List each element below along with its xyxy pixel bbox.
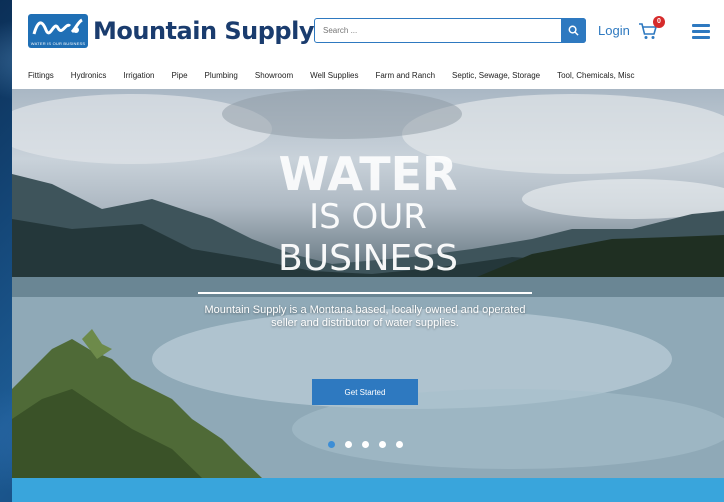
hero-description: Mountain Supply is a Montana based, loca… [204, 304, 526, 329]
carousel-dots [328, 441, 403, 448]
logo-mark: WATER IS OUR BUSINESS [28, 14, 88, 48]
search-button[interactable] [561, 17, 586, 43]
hamburger-menu-icon[interactable] [692, 24, 710, 39]
carousel-dot-5[interactable] [396, 441, 403, 448]
hero-headline-line-1: WATER [278, 147, 458, 201]
cart-count-badge: 0 [653, 16, 665, 28]
hero-headline-line-3: BUSINESS [278, 238, 458, 279]
nav-item-septic-sewage-storage[interactable]: Septic, Sewage, Storage [452, 71, 540, 80]
logo-wordmark: Mountain Supply [93, 17, 314, 45]
hero-carousel: WATER IS OUR BUSINESS Mountain Supply is… [12, 89, 724, 478]
hero-headline-line-2: IS OUR [309, 197, 427, 237]
nav-item-well-supplies[interactable]: Well Supplies [310, 71, 358, 80]
hero-divider [198, 292, 532, 294]
nav-item-plumbing[interactable]: Plumbing [205, 71, 238, 80]
nav-item-pipe[interactable]: Pipe [172, 71, 188, 80]
nav-item-farm-and-ranch[interactable]: Farm and Ranch [375, 71, 435, 80]
search-bar [314, 17, 586, 43]
nav-item-showroom[interactable]: Showroom [255, 71, 293, 80]
category-nav: Fittings Hydronics Irrigation Pipe Plumb… [12, 62, 724, 89]
search-input[interactable] [315, 19, 559, 41]
logo-wave-icon [32, 18, 83, 35]
logo[interactable]: WATER IS OUR BUSINESS Mountain Supply [28, 14, 314, 48]
nav-item-tool-chemicals-misc[interactable]: Tool, Chemicals, Misc [557, 71, 634, 80]
site-header: WATER IS OUR BUSINESS Mountain Supply Lo… [12, 0, 724, 62]
browser-page: WATER IS OUR BUSINESS Mountain Supply Lo… [12, 0, 724, 502]
nav-item-fittings[interactable]: Fittings [28, 71, 54, 80]
nav-item-hydronics[interactable]: Hydronics [71, 71, 107, 80]
bottom-band [12, 478, 724, 502]
nav-item-irrigation[interactable]: Irrigation [123, 71, 154, 80]
carousel-dot-3[interactable] [362, 441, 369, 448]
get-started-button[interactable]: Get Started [312, 379, 418, 405]
logo-tagline: WATER IS OUR BUSINESS [30, 41, 86, 46]
login-link[interactable]: Login [598, 23, 630, 38]
carousel-dot-4[interactable] [379, 441, 386, 448]
carousel-dot-1[interactable] [328, 441, 335, 448]
search-icon [568, 25, 579, 36]
carousel-dot-2[interactable] [345, 441, 352, 448]
